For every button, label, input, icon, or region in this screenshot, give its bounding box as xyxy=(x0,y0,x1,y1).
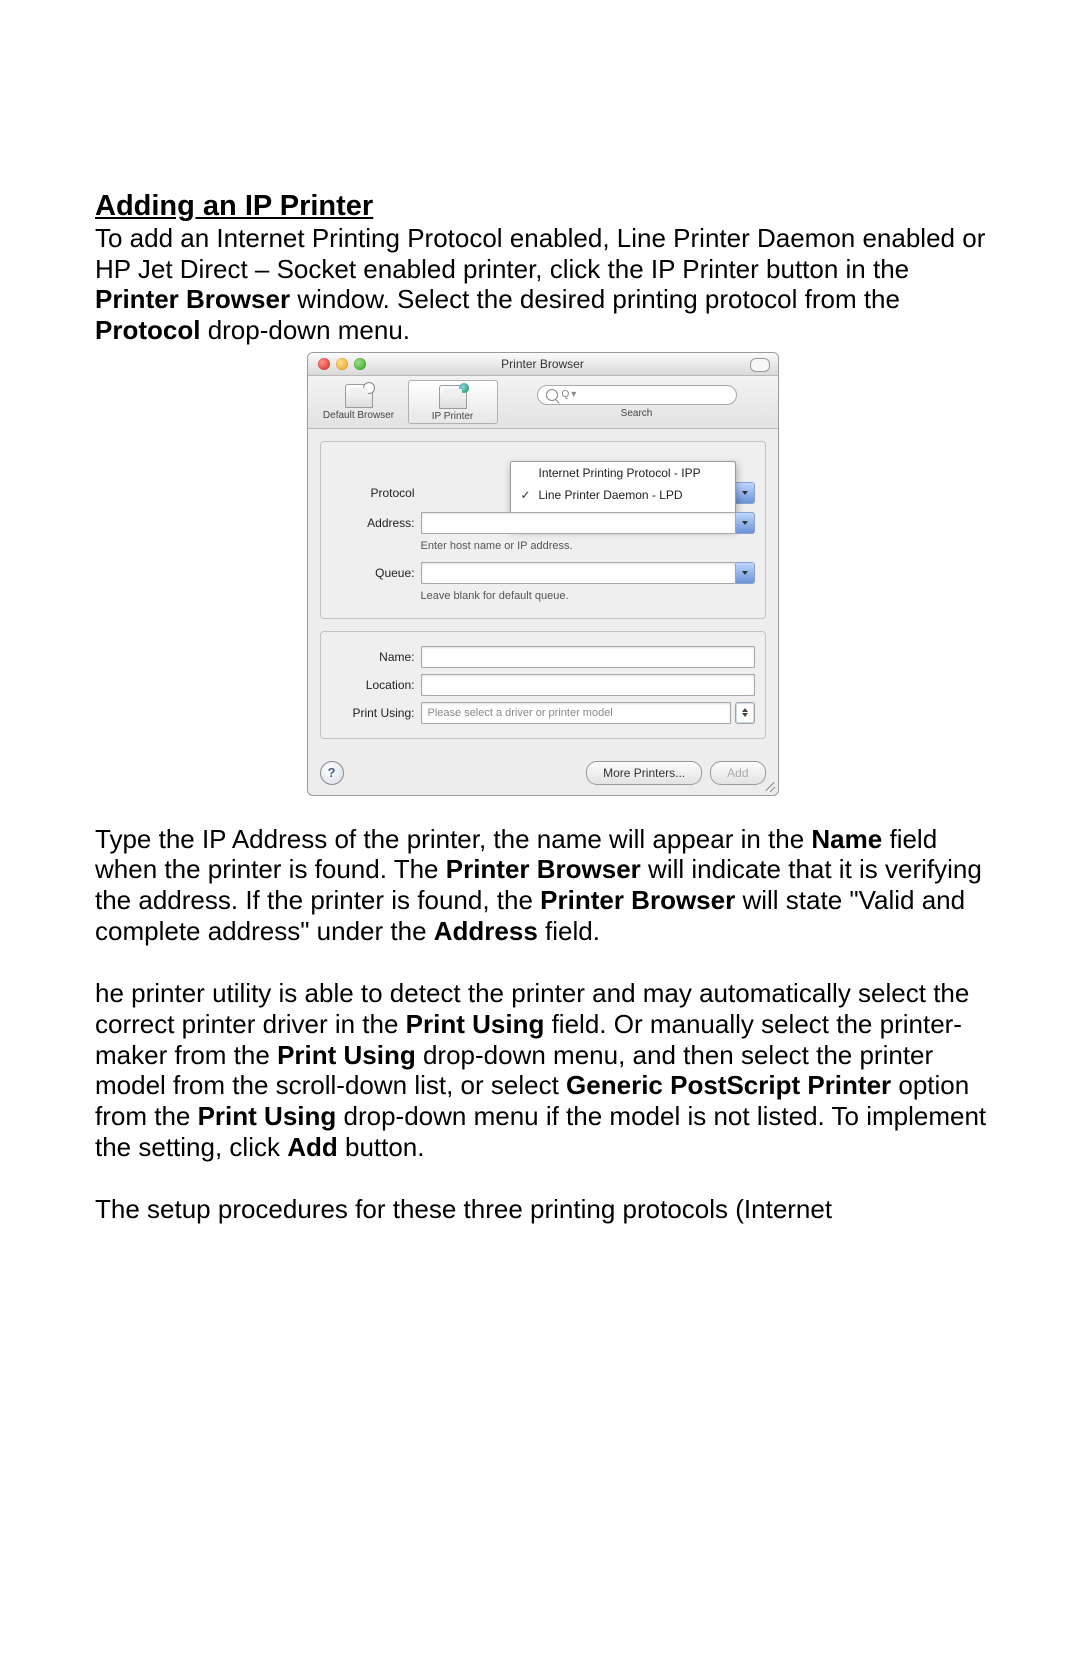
paragraph-4: The setup procedures for these three pri… xyxy=(95,1194,990,1225)
section-heading: Adding an IP Printer xyxy=(95,190,990,223)
search-area: Q ▾ Search xyxy=(502,385,772,419)
button-row: ? More Printers... Add xyxy=(308,749,778,795)
bold-text: Protocol xyxy=(95,315,200,345)
queue-input[interactable] xyxy=(421,562,736,584)
bold-text: Print Using xyxy=(277,1040,416,1070)
address-label: Address: xyxy=(331,516,421,530)
search-label: Search xyxy=(621,408,653,419)
details-group: Name: Location: Print Using: Please sele… xyxy=(320,631,766,739)
text: window. Select the desired printing prot… xyxy=(297,284,900,314)
bold-text: Print Using xyxy=(198,1101,337,1131)
name-label: Name: xyxy=(331,650,421,664)
window-titlebar[interactable]: Printer Browser xyxy=(308,353,778,376)
search-input[interactable]: Q ▾ xyxy=(537,385,737,405)
bold-text: Print Using xyxy=(406,1009,545,1039)
search-prefix: Q xyxy=(562,389,570,400)
text: button. xyxy=(345,1132,425,1162)
protocol-label: Protocol xyxy=(331,486,421,500)
toolbar-item-label: Default Browser xyxy=(314,410,404,421)
add-button[interactable]: Add xyxy=(710,761,765,785)
location-input[interactable] xyxy=(421,674,755,696)
paragraph-2: Type the IP Address of the printer, the … xyxy=(95,824,990,947)
window-body: Protocol Internet Printing Protocol - IP… xyxy=(308,429,778,749)
figure-container: Printer Browser Default Browser IP Print… xyxy=(95,352,990,796)
more-printers-button[interactable]: More Printers... xyxy=(586,761,702,785)
location-label: Location: xyxy=(331,678,421,692)
bold-text: Printer Browser xyxy=(446,854,641,884)
search-icon xyxy=(546,389,558,401)
queue-hint: Leave blank for default queue. xyxy=(421,590,755,602)
toolbar-item-label: IP Printer xyxy=(409,411,497,422)
connection-group: Protocol Internet Printing Protocol - IP… xyxy=(320,441,766,619)
text: field. xyxy=(545,916,600,946)
address-dropdown-toggle[interactable] xyxy=(736,512,755,534)
bold-text: Printer Browser xyxy=(95,284,290,314)
text: Type the IP Address of the printer, the … xyxy=(95,824,811,854)
text: To add an Internet Printing Protocol ena… xyxy=(95,223,985,284)
toolbar-toggle-icon[interactable] xyxy=(750,358,770,372)
printer-icon xyxy=(345,384,373,408)
printer-browser-window: Printer Browser Default Browser IP Print… xyxy=(307,352,779,796)
print-using-label: Print Using: xyxy=(331,706,421,720)
ip-printer-button[interactable]: IP Printer xyxy=(408,380,498,424)
window-title: Printer Browser xyxy=(308,357,778,371)
intro-paragraph: To add an Internet Printing Protocol ena… xyxy=(95,223,990,346)
help-button[interactable]: ? xyxy=(320,761,344,785)
print-using-dropdown-toggle[interactable] xyxy=(735,702,755,724)
window-toolbar: Default Browser IP Printer Q ▾ Search xyxy=(308,376,778,429)
address-hint: Enter host name or IP address. xyxy=(421,540,755,552)
document-page: Adding an IP Printer To add an Internet … xyxy=(0,0,1080,1669)
protocol-option-lpd[interactable]: Line Printer Daemon - LPD xyxy=(511,484,735,506)
protocol-option-ipp[interactable]: Internet Printing Protocol - IPP xyxy=(511,462,735,484)
protocol-dropdown-toggle[interactable] xyxy=(736,482,755,504)
bold-text: Printer Browser xyxy=(540,885,735,915)
default-browser-button[interactable]: Default Browser xyxy=(314,382,404,421)
bold-text: Name xyxy=(811,824,882,854)
bold-text: Add xyxy=(287,1132,338,1162)
queue-label: Queue: xyxy=(331,566,421,580)
queue-dropdown-toggle[interactable] xyxy=(736,562,755,584)
paragraph-3: he printer utility is able to detect the… xyxy=(95,978,990,1162)
printer-icon xyxy=(439,385,467,409)
name-input[interactable] xyxy=(421,646,755,668)
address-input[interactable] xyxy=(421,512,736,534)
bold-text: Address xyxy=(434,916,538,946)
print-using-select[interactable]: Please select a driver or printer model xyxy=(421,702,731,724)
text: drop-down menu. xyxy=(208,315,410,345)
bold-text: Generic PostScript Printer xyxy=(566,1070,891,1100)
resize-handle-icon[interactable] xyxy=(764,781,776,793)
